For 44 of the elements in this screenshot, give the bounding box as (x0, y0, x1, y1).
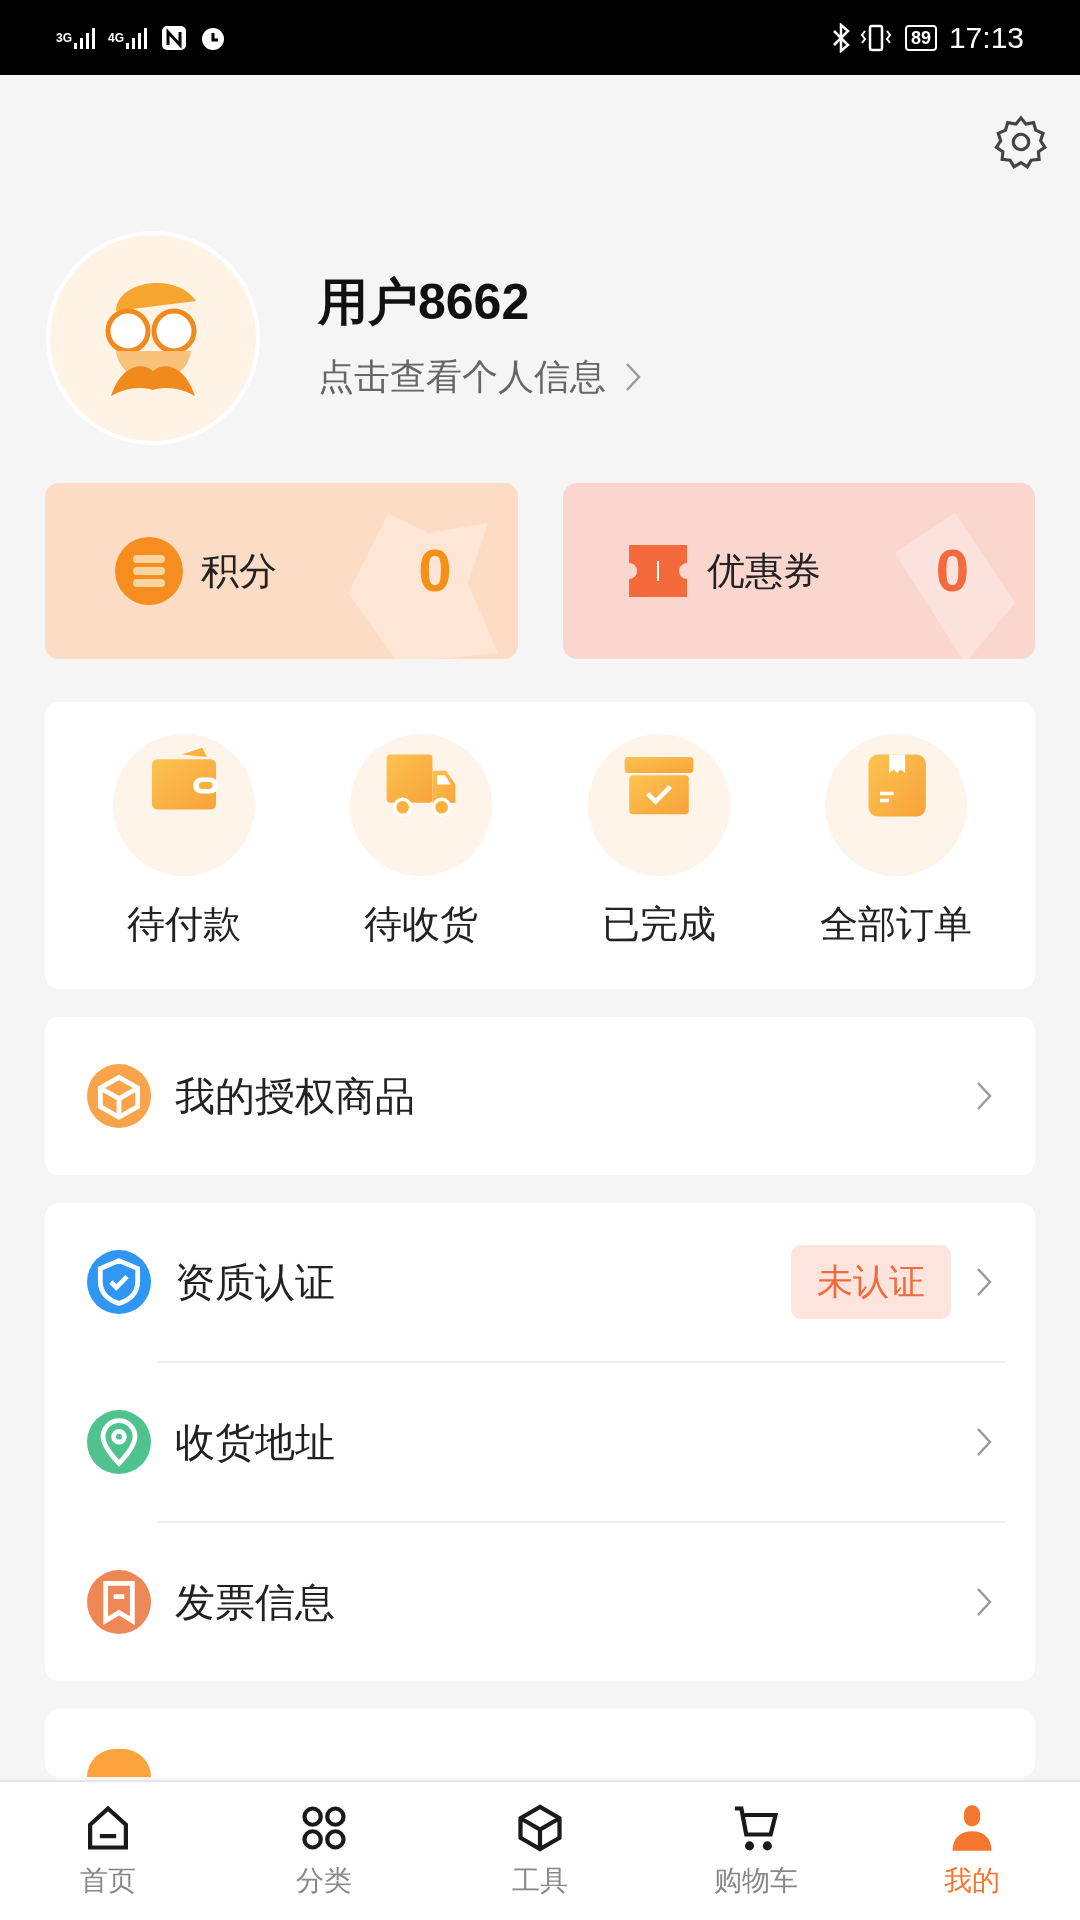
order-status-link[interactable]: 待收货 (364, 896, 479, 953)
settings-icon[interactable] (992, 113, 1050, 171)
menu-label: 我的授权商品 (175, 1073, 415, 1120)
menu-row[interactable]: 发票信息 (87, 1523, 993, 1681)
vibrate-icon (858, 22, 893, 53)
battery-indicator: 89 (904, 24, 937, 51)
bluetooth-icon (830, 22, 851, 53)
menu-row[interactable]: 我的授权商品 (87, 1017, 993, 1175)
menu-label: 收货地址 (175, 1419, 335, 1466)
menu-label: 发票信息 (175, 1579, 335, 1626)
profile-link[interactable]: 点击查看个人信息 (318, 350, 606, 404)
chevron-right-icon (975, 1266, 993, 1298)
network-label: 3G (56, 29, 72, 47)
nfc-icon (160, 23, 189, 52)
check-box-icon (587, 734, 730, 876)
parcel-icon (825, 734, 968, 876)
menu-row[interactable]: 资质认证 未认证 (87, 1203, 993, 1361)
user-name: 用户8662 (318, 273, 531, 332)
points-card[interactable]: 积分 0 (45, 483, 518, 659)
tab[interactable]: 首页 (0, 1782, 216, 1920)
chevron-right-icon (975, 1586, 993, 1618)
truck-icon (350, 734, 493, 876)
asset-value: 0 (418, 536, 452, 606)
wallet-icon (112, 734, 255, 876)
menu-label: 资质认证 (175, 1259, 335, 1306)
chevron-right-icon (624, 361, 642, 393)
order-status-link[interactable]: 已完成 (601, 896, 716, 953)
menu-row[interactable]: 收货地址 (87, 1363, 993, 1521)
status-badge: 未认证 (791, 1245, 951, 1319)
coupon-card[interactable]: 优惠券 0 (562, 483, 1035, 659)
coins-icon (113, 535, 185, 607)
asset-label: 优惠券 (706, 548, 821, 594)
signal-icon (72, 26, 98, 49)
asset-label: 积分 (201, 548, 277, 594)
network-label: 4G (108, 29, 125, 47)
chevron-right-icon (975, 1426, 993, 1458)
clock: 17:13 (948, 20, 1024, 56)
order-status-link[interactable]: 待付款 (126, 896, 241, 953)
tab[interactable]: 购物车 (648, 1782, 864, 1920)
chevron-right-icon (975, 1080, 993, 1112)
tab[interactable]: 分类 (216, 1782, 432, 1920)
asset-value: 0 (935, 536, 969, 606)
tab[interactable]: 工具 (432, 1782, 648, 1920)
order-status-link[interactable]: 全部订单 (820, 896, 973, 953)
